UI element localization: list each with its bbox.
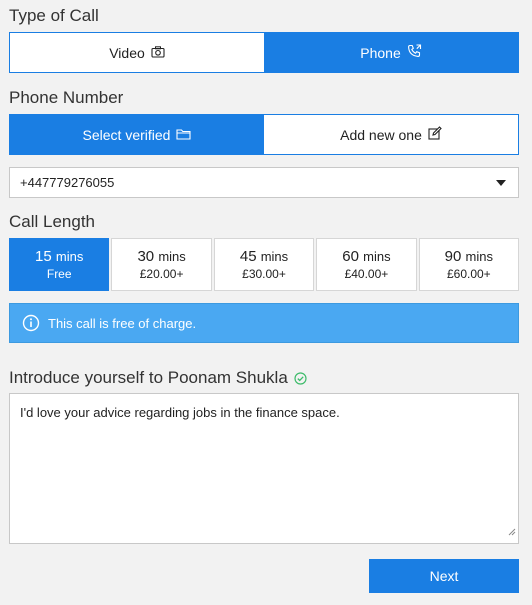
length-minutes: 45 bbox=[239, 247, 257, 265]
length-option-30[interactable]: 30 mins £20.00+ bbox=[111, 238, 212, 291]
phone-number-value: +447779276055 bbox=[20, 175, 115, 190]
length-minutes: 15 bbox=[35, 247, 52, 265]
phone-number-select[interactable]: +447779276055 bbox=[9, 167, 519, 198]
length-unit: mins bbox=[55, 248, 84, 264]
length-price: £30.00+ bbox=[242, 266, 286, 281]
length-option-60[interactable]: 60 mins £40.00+ bbox=[316, 238, 417, 291]
call-type-title: Type of Call bbox=[9, 6, 99, 25]
length-minutes: 60 bbox=[342, 247, 359, 265]
phone-source-selector: Select verified Add new one bbox=[9, 114, 519, 155]
intro-title-text: Introduce yourself to Poonam Shukla bbox=[9, 368, 288, 387]
length-price: Free bbox=[46, 266, 72, 281]
length-option-90[interactable]: 90 mins £60.00+ bbox=[418, 238, 520, 291]
select-verified-label: Select verified bbox=[82, 126, 171, 143]
video-option[interactable]: Video bbox=[10, 33, 264, 72]
add-new-label: Add new one bbox=[340, 126, 422, 143]
edit-icon bbox=[422, 126, 442, 143]
next-button[interactable]: Next bbox=[369, 559, 519, 593]
camera-icon bbox=[145, 45, 165, 61]
length-minutes: 90 bbox=[444, 247, 462, 265]
length-price: £60.00+ bbox=[446, 266, 491, 281]
phone-number-title: Phone Number bbox=[9, 88, 124, 107]
length-option-45[interactable]: 45 mins £30.00+ bbox=[213, 238, 315, 291]
length-minutes: 30 bbox=[137, 247, 155, 265]
call-length-title: Call Length bbox=[9, 212, 96, 231]
check-circle-icon bbox=[294, 371, 307, 385]
intro-title: Introduce yourself to Poonam Shukla bbox=[9, 368, 307, 388]
video-label: Video bbox=[109, 44, 145, 61]
info-icon bbox=[22, 314, 40, 332]
intro-message-textarea[interactable]: I'd love your advice regarding jobs in t… bbox=[9, 393, 519, 544]
phone-icon bbox=[401, 44, 422, 61]
caret-down-icon bbox=[496, 180, 506, 186]
select-verified-option[interactable]: Select verified bbox=[10, 115, 264, 154]
notice-text: This call is free of charge. bbox=[48, 315, 197, 331]
length-option-15[interactable]: 15 mins Free bbox=[9, 238, 110, 291]
free-call-notice: This call is free of charge. bbox=[9, 303, 519, 343]
call-type-selector: Video Phone bbox=[9, 32, 519, 73]
phone-option[interactable]: Phone bbox=[264, 33, 518, 72]
call-length-selector: 15 mins Free 30 mins £20.00+ 45 mins £30… bbox=[9, 238, 520, 291]
length-unit: mins bbox=[158, 248, 186, 264]
resize-grip-icon[interactable] bbox=[507, 523, 516, 541]
folder-icon bbox=[170, 127, 192, 143]
length-unit: mins bbox=[465, 248, 493, 264]
intro-message-text: I'd love your advice regarding jobs in t… bbox=[20, 405, 340, 420]
phone-label: Phone bbox=[360, 44, 401, 61]
length-unit: mins bbox=[260, 248, 289, 264]
length-price: £20.00+ bbox=[139, 266, 184, 281]
length-price: £40.00+ bbox=[344, 266, 389, 281]
length-unit: mins bbox=[363, 248, 391, 264]
add-new-option[interactable]: Add new one bbox=[264, 115, 518, 154]
